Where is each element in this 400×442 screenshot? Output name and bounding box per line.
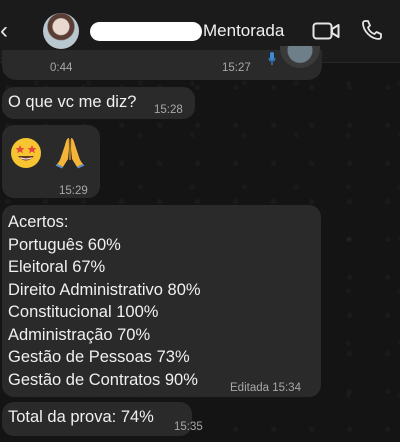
results-line: Português 60% [8, 235, 121, 254]
message-timestamp: 15:29 [59, 185, 88, 197]
star-struck-face-icon [11, 138, 41, 168]
contact-name[interactable]: Mentorada [203, 21, 284, 41]
audio-timestamp: 15:27 [222, 62, 251, 74]
video-call-icon[interactable] [312, 20, 340, 42]
back-arrow-icon[interactable]: ‹ [0, 19, 14, 43]
results-text: Acertos: Português 60% Eleitoral 67% Dir… [8, 211, 201, 391]
message-timestamp: 15:28 [154, 104, 183, 116]
message-bubble-question[interactable]: O que vc me diz? 15:28 [2, 87, 195, 119]
avatar[interactable] [43, 13, 79, 49]
results-line: Gestão de Contratos 90% [8, 370, 198, 389]
results-line: Eleitoral 67% [8, 258, 106, 276]
results-line: Direito Administrativo 80% [8, 280, 201, 299]
message-timestamp: 15:35 [174, 421, 203, 433]
redacted-name-block [90, 22, 202, 41]
microphone-icon [268, 52, 276, 65]
audio-duration: 0:44 [50, 62, 73, 74]
message-text: O que vc me diz? [8, 93, 137, 111]
results-line: Acertos: [8, 213, 69, 231]
message-text: Total da prova: 74% [8, 408, 154, 426]
edited-timestamp: Editada 15:34 [230, 382, 301, 394]
message-bubble-results[interactable]: Acertos: Português 60% Eleitoral 67% Dir… [2, 205, 321, 397]
message-bubble-total[interactable]: Total da prova: 74% 15:35 [2, 402, 203, 436]
results-line: Gestão de Pessoas 73% [8, 348, 190, 366]
phone-call-icon[interactable] [360, 18, 384, 42]
results-line: Administração 70% [8, 325, 151, 344]
results-line: Constitucional 100% [8, 303, 159, 321]
message-bubble-emoji[interactable]: 15:29 [2, 125, 100, 198]
folded-hands-icon [55, 138, 85, 169]
